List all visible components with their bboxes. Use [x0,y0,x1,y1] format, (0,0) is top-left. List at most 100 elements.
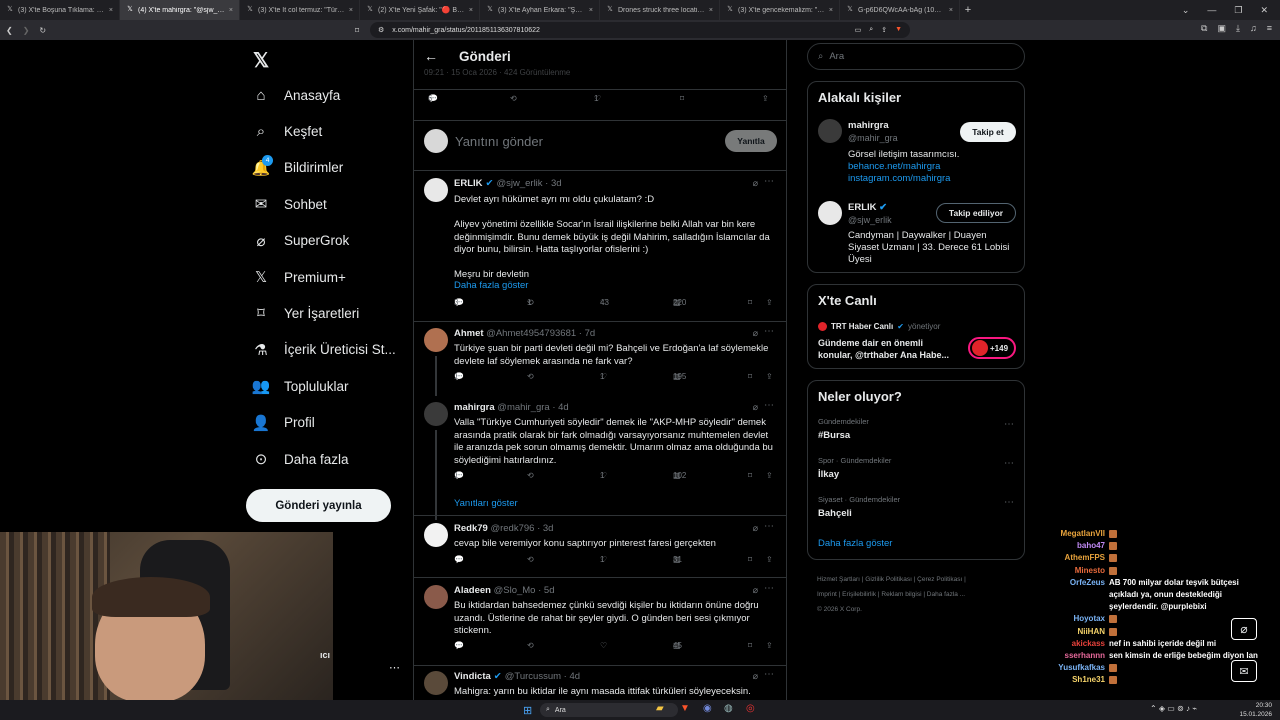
more-options-icon[interactable]: ⋯ [1004,419,1014,430]
person-name[interactable]: ERLIK ✔ [848,202,887,213]
windows-start-icon[interactable]: ⊞ [523,704,532,717]
steam-icon[interactable]: ◍ [724,703,733,714]
chat-username[interactable]: sserhannn [1040,650,1105,662]
discord-icon[interactable]: ◉ [703,703,712,714]
messages-icon[interactable]: ✉ [1231,660,1257,682]
more-options-icon[interactable]: ⋯ [764,176,774,187]
folder-icon[interactable]: ▰ [656,703,664,714]
share-icon[interactable]: ⇪ [881,26,887,34]
sidebar-item-search[interactable]: ⌕ Keşfet [252,122,322,140]
live-listeners[interactable]: +149 [968,337,1016,359]
clock[interactable]: 20:30 15.01.2026 [1236,701,1272,719]
grok-explain-icon[interactable]: ⌀ [753,178,758,189]
minimize-button[interactable]: — [1207,5,1216,16]
tweet-author[interactable]: mahirgra [454,402,495,413]
new-tab-button[interactable]: + [960,4,976,16]
close-tab-icon[interactable]: × [949,7,953,14]
bookmark-page-icon[interactable]: ⌑ [355,26,359,35]
close-tab-icon[interactable]: × [829,7,833,14]
reply-button[interactable]: Yanıtla [725,130,777,152]
back-arrow-icon[interactable]: ← [424,48,438,64]
extensions-icon[interactable]: ⧉ [1201,23,1207,34]
chat-username[interactable]: NiiHAN [1040,626,1105,638]
close-tab-icon[interactable]: × [589,7,593,14]
trend-name[interactable]: İlkay [818,469,839,480]
more-options-icon[interactable]: ⋯ [764,521,774,532]
close-tab-icon[interactable]: × [109,7,113,14]
cast-icon[interactable]: ▭ [855,26,862,34]
footer-row[interactable]: Hizmet Şartları | Gizlilik Politikası | … [817,572,1017,587]
grok-explain-icon[interactable]: ⌀ [753,328,758,339]
browser-tab[interactable]: 𝕏 (3) X'te Boşuna Tıklama: "Türkiye, ex × [0,0,120,20]
trends-more-link[interactable]: Daha fazla göster [818,538,892,549]
sidebar-item-home[interactable]: ⌂ Anasayfa [252,86,340,104]
show-replies-link[interactable]: Yanıtları göster [454,498,518,509]
chat-username[interactable]: OrfeZeus [1040,577,1105,614]
post-button[interactable]: Gönderi yayınla [246,489,391,522]
close-window-button[interactable]: ✕ [1260,5,1268,16]
chat-username[interactable]: MegatlanVII [1040,528,1105,540]
account-more-icon[interactable]: ⋯ [389,661,400,674]
browser-tab[interactable]: 𝕏 G-p6D6QWcAA-bAg (1080×1350) × [840,0,960,20]
more-options-icon[interactable]: ⋯ [764,326,774,337]
chat-username[interactable]: baho47 [1040,540,1105,552]
chat-username[interactable]: Minesto [1040,565,1105,577]
more-options-icon[interactable]: ⋯ [764,669,774,680]
tweet-author[interactable]: ERLIK [454,178,483,189]
more-options-icon[interactable]: ⋯ [1004,458,1014,469]
sidebar-item-bell[interactable]: 🔔 4 Bildirimler [252,154,343,177]
follow-button[interactable]: Takip et [960,122,1016,142]
grok-explain-icon[interactable]: ⌀ [753,523,758,534]
brave-icon[interactable]: ▼ [680,703,690,714]
avatar[interactable] [424,328,448,352]
sidebar-item-more-circle[interactable]: ⊙ Daha fazla [252,450,349,468]
footer-row[interactable]: Imprint | Erişilebilirlik | Reklam bilgi… [817,587,1017,602]
more-options-icon[interactable]: ⋯ [764,400,774,411]
menu-icon[interactable]: ≡ [1267,23,1272,34]
show-more-link[interactable]: Daha fazla göster [454,280,528,291]
browser-tab[interactable]: 𝕏 (2) X'te Yeni Şafak: "🔴 Barzani'nin yı × [360,0,480,20]
grok-explain-icon[interactable]: ⌀ [753,402,758,413]
tweet-author[interactable]: Aladeen [454,585,491,596]
more-options-icon[interactable]: ⋯ [1004,497,1014,508]
close-tab-icon[interactable]: × [229,7,233,14]
x-logo[interactable]: 𝕏 [253,48,269,73]
avatar[interactable] [424,178,448,202]
tweet-author[interactable]: Redk79 [454,523,488,534]
maximize-button[interactable]: ❐ [1234,5,1242,16]
tweet-author[interactable]: Vindicta [454,671,491,682]
following-button[interactable]: Takip ediliyor [936,203,1016,223]
reply-input[interactable]: Yanıtını gönder [455,134,543,149]
browser-tab[interactable]: 𝕏 (4) X'te mahirgra: "@sjw_erlik Yo × [120,0,240,20]
grok-explain-icon[interactable]: ⌀ [753,671,758,682]
grok-icon[interactable]: ⌀ [1231,618,1257,640]
chat-username[interactable]: Yusufkafkas [1040,662,1105,674]
forward-icon[interactable]: ❯ [23,26,30,35]
search-input[interactable]: ⌕ Ara [807,43,1025,70]
download-icon[interactable]: ⤓ [1236,23,1240,34]
tweet-author[interactable]: Ahmet [454,328,484,339]
avatar[interactable] [424,585,448,609]
browser-tab[interactable]: 𝕏 (3) X'te Ayhan Erkara: "Şaraa: Bomba × [480,0,600,20]
more-options-icon[interactable]: ⋯ [764,583,774,594]
site-info-icon[interactable]: ⚙ [378,26,384,34]
sidebar-item-x[interactable]: 𝕏 Premium+ [252,268,346,286]
back-icon[interactable]: ❮ [6,26,13,35]
sidebar-item-bookmark[interactable]: ⌑ Yer İşaretleri [252,304,359,322]
browser-tab[interactable]: 𝕏 (3) X'te İt col termuz: "Türkiye, Irak × [240,0,360,20]
obs-icon[interactable]: ◎ [746,703,755,714]
avatar[interactable] [818,119,842,143]
media-icon[interactable]: ♫ [1250,23,1257,34]
reload-icon[interactable]: ↻ [39,26,46,35]
avatar[interactable] [424,523,448,547]
person-name[interactable]: mahirgra [848,120,889,131]
avatar[interactable] [424,671,448,695]
browser-tab[interactable]: 𝕏 (3) X'te gencekemalizm: "Cizre'de yola × [720,0,840,20]
address-bar[interactable]: ⚙ x.com/mahir_gra/status/201185113630781… [370,22,910,38]
live-description[interactable]: Gündeme dair en önemli konular, @trthabe… [818,337,958,361]
chat-username[interactable]: AthemFPS [1040,552,1105,564]
close-tab-icon[interactable]: × [349,7,353,14]
chevron-down-icon[interactable]: ⌄ [1182,5,1190,16]
bio-link[interactable]: instagram.com/mahirgra [848,173,1018,185]
close-tab-icon[interactable]: × [709,7,713,14]
